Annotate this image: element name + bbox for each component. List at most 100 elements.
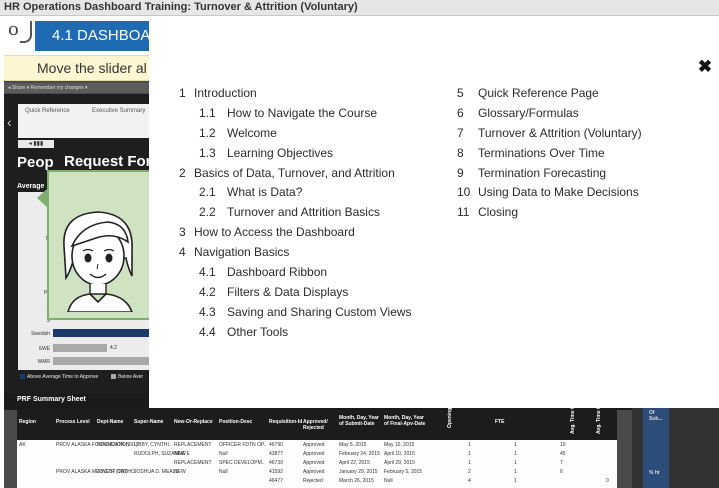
table-cell: Approved [303, 460, 325, 466]
toc-item-label: Quick Reference Page [478, 86, 599, 100]
close-icon[interactable]: ✖ [695, 56, 715, 78]
table-cell: 41592 [269, 469, 283, 475]
table-cell: JOSHUA D. MEALS [134, 469, 179, 475]
toc-item[interactable]: 4 Navigation Basics [179, 245, 444, 265]
toc-item-number: 2 [179, 165, 186, 180]
table-cell: 10 [560, 442, 566, 448]
table-cell: 0 [606, 478, 609, 484]
table-cell: April 10, 2015 [384, 451, 415, 457]
chart-category-label: S [16, 305, 50, 311]
column-header: Openings [447, 404, 453, 428]
column-header: Month, Day, Year of Submit-Date [339, 415, 379, 427]
table-cell: April 22, 2015 [339, 460, 370, 466]
toc-item-number: 1.1 [199, 105, 216, 120]
table-cell: LIBBY, CYNTHI.. [134, 442, 172, 448]
table-cell: 46477 [269, 478, 283, 484]
column-header: Dept-Name [97, 419, 124, 425]
table-cell: 46739 [269, 460, 283, 466]
table-cell: SPEC DEVELOPM.. [219, 460, 265, 466]
toc-item[interactable]: 11 Closing [457, 205, 697, 225]
course-logo: o [8, 19, 34, 45]
table-cell: Rejected [303, 478, 323, 484]
table-cell: 46790 [269, 442, 283, 448]
table-cell: 1 [468, 460, 471, 466]
toc-item-label: Glossary/Formulas [478, 105, 579, 120]
chart-legend: Above Average Time to Approve Below Aver [20, 374, 143, 380]
toc-left-column: 1 Introduction 1.1 How to Navigate the Cour… [179, 86, 444, 345]
toc-item[interactable]: 5 Quick Reference Page [457, 86, 697, 106]
column-header: New-Or-Replace [174, 419, 213, 425]
toc-item[interactable]: 9 Termination Forecasting [457, 166, 697, 186]
table-cell: NEW [174, 469, 186, 475]
toc-item[interactable]: 7 Turnover & Attrition (Voluntary) [457, 126, 697, 146]
toc-item-number: 4.3 [199, 304, 216, 319]
chart-category-label: WMR [37, 359, 51, 365]
toc-item[interactable]: 4.1 Dashboard Ribbon [179, 265, 444, 285]
table-cell: May 5, 2015 [339, 442, 367, 448]
table-cell: Approved [303, 469, 325, 475]
toc-item[interactable]: 1.1 How to Navigate the Course [179, 106, 444, 126]
table-cell: REPLACEMENT [174, 442, 212, 448]
column-header: Requisition-Id [269, 419, 303, 425]
toc-item-label: What is Data? [227, 185, 303, 200]
column-header: FTE [495, 419, 505, 425]
table-cell: 45 [560, 451, 566, 457]
toc-item-number: 2.2 [199, 205, 216, 220]
toc-item-number: 10 [457, 185, 471, 200]
toc-item[interactable]: 2.2 Turnover and Attrition Basics [179, 205, 444, 225]
table-cell: Approved [303, 442, 325, 448]
toc-item-number: 8 [457, 145, 464, 160]
toc-item-number: 2.1 [199, 185, 216, 200]
table-cell: Null [384, 478, 393, 484]
toc-item-number: 6 [457, 105, 464, 120]
toc-item-number: 1.3 [199, 145, 216, 160]
toc-item[interactable]: 8 Terminations Over Time [457, 146, 697, 166]
summary-title: PRF Summary Sheet [17, 396, 86, 403]
toc-item-label: Saving and Sharing Custom Views [227, 304, 412, 319]
toc-item[interactable]: 4.2 Filters & Data Displays [179, 285, 444, 305]
chart-category-label: Swedish [31, 331, 50, 337]
legend-swatch [111, 374, 117, 380]
toc-item[interactable]: 1.2 Welcome [179, 126, 444, 146]
table-cell: 1 [468, 451, 471, 457]
table-cell: 43877 [269, 451, 283, 457]
toc-item[interactable]: 1.3 Learning Objectives [179, 146, 444, 166]
toc-item-label: Learning Objectives [227, 145, 334, 160]
table-cell: March 26, 2015 [339, 478, 374, 484]
table-cell: Null [219, 469, 228, 475]
legend-label: Above Average Time to Approve [27, 374, 99, 380]
table-cell: 1 [468, 442, 471, 448]
toc-item-label: How to Access the Dashboard [194, 225, 355, 240]
toc-item[interactable]: 1 Introduction [179, 86, 444, 106]
table-cell: February 5, 2015 [384, 469, 423, 475]
table-cell: April 29, 2015 [384, 460, 415, 466]
toc-item-label: Turnover & Attrition (Voluntary) [478, 125, 642, 140]
toc-item-label: Basics of Data, Turnover, and Attrition [194, 165, 395, 180]
toc-item[interactable]: 6 Glossary/Formulas [457, 106, 697, 126]
toc-item-number: 7 [457, 125, 464, 140]
toc-item-label: Turnover and Attrition Basics [227, 205, 380, 220]
table-cell: 1 [514, 442, 517, 448]
toc-item[interactable]: 10 Using Data to Make Decisions [457, 185, 697, 205]
table-cell: 1 [514, 451, 517, 457]
table-cell: Null [219, 451, 228, 457]
toc-item-label: Other Tools [227, 324, 289, 339]
toc-item-number: 4.4 [199, 324, 216, 339]
chart-category-label: S [46, 318, 50, 324]
toc-item[interactable]: 3 How to Access the Dashboard [179, 225, 444, 245]
toc-right-column: 5 Quick Reference Page 6 Glossary/Formulas 7… [457, 86, 697, 225]
column-header: Position-Desc [219, 419, 253, 425]
toc-item[interactable]: 2.1 What is Data? [179, 185, 444, 205]
toc-item[interactable]: 4.4 Other Tools [179, 325, 444, 345]
column-header: Process Level [56, 419, 90, 425]
toc-item-label: Dashboard Ribbon [227, 265, 328, 280]
toc-item-label: Terminations Over Time [478, 145, 605, 160]
toc-item[interactable]: 2 Basics of Data, Turnover, and Attrition [179, 166, 444, 186]
toc-item-label: Filters & Data Displays [227, 284, 349, 299]
table-cell: REPLACEMENT [174, 460, 212, 466]
toc-item[interactable]: 4.3 Saving and Sharing Custom Views [179, 305, 444, 325]
toc-item-label: Navigation Basics [194, 245, 290, 260]
table-cell: 1 [514, 469, 517, 475]
table-cell: 3 WEST ORTHO [97, 469, 135, 475]
column-header: Region [19, 419, 36, 425]
